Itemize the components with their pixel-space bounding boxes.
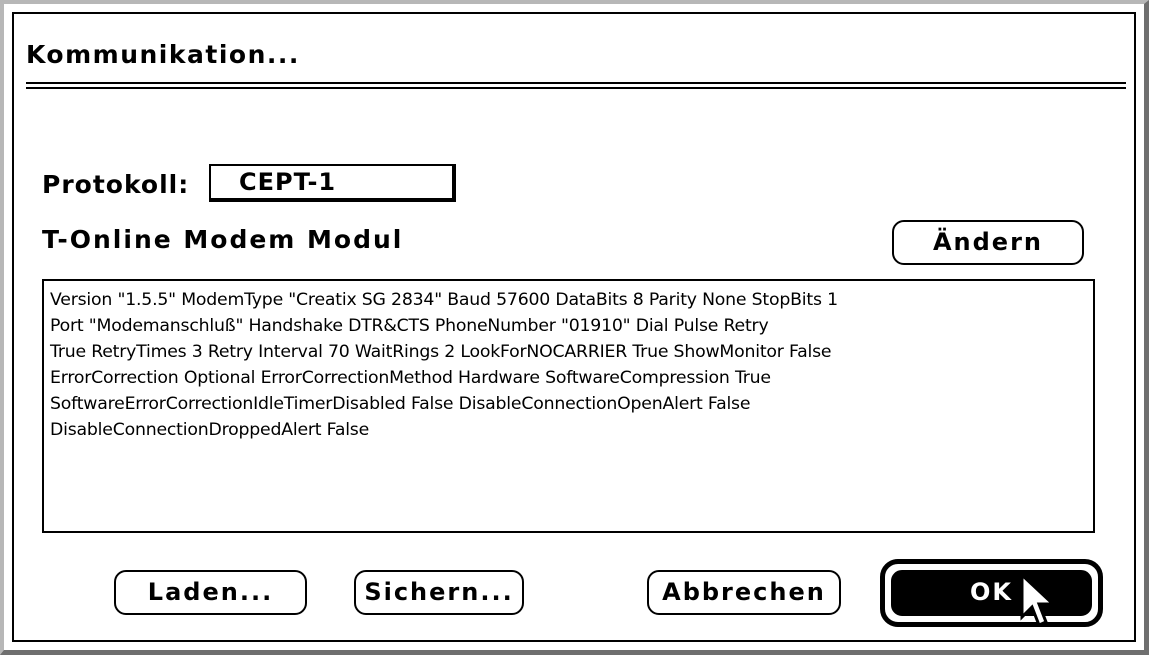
ok-button-label: OK	[970, 578, 1013, 606]
load-button-label: Laden...	[147, 578, 274, 606]
kommunikation-dialog: Kommunikation... Protokoll: CEPT-1 T-Onl…	[0, 0, 1149, 655]
load-button[interactable]: Laden...	[114, 570, 307, 615]
change-button[interactable]: Ändern	[892, 220, 1084, 265]
dialog-title: Kommunikation...	[26, 40, 300, 69]
save-button-label: Sichern...	[364, 578, 514, 606]
protocol-value: CEPT-1	[239, 168, 337, 196]
ok-default-ring: OK	[880, 559, 1103, 627]
title-divider-second	[26, 87, 1126, 89]
protocol-popup[interactable]: CEPT-1	[209, 164, 456, 202]
cancel-button-label: Abbrechen	[662, 578, 826, 606]
title-divider	[26, 82, 1126, 84]
modem-module-label: T-Online Modem Modul	[42, 225, 404, 254]
cancel-button[interactable]: Abbrechen	[647, 570, 841, 615]
change-button-label: Ändern	[932, 228, 1044, 256]
modem-settings-textarea[interactable]: Version "1.5.5" ModemType "Creatix SG 28…	[42, 279, 1095, 533]
save-button[interactable]: Sichern...	[354, 570, 524, 615]
ok-button[interactable]: OK	[891, 570, 1092, 616]
protocol-label: Protokoll:	[42, 170, 190, 199]
